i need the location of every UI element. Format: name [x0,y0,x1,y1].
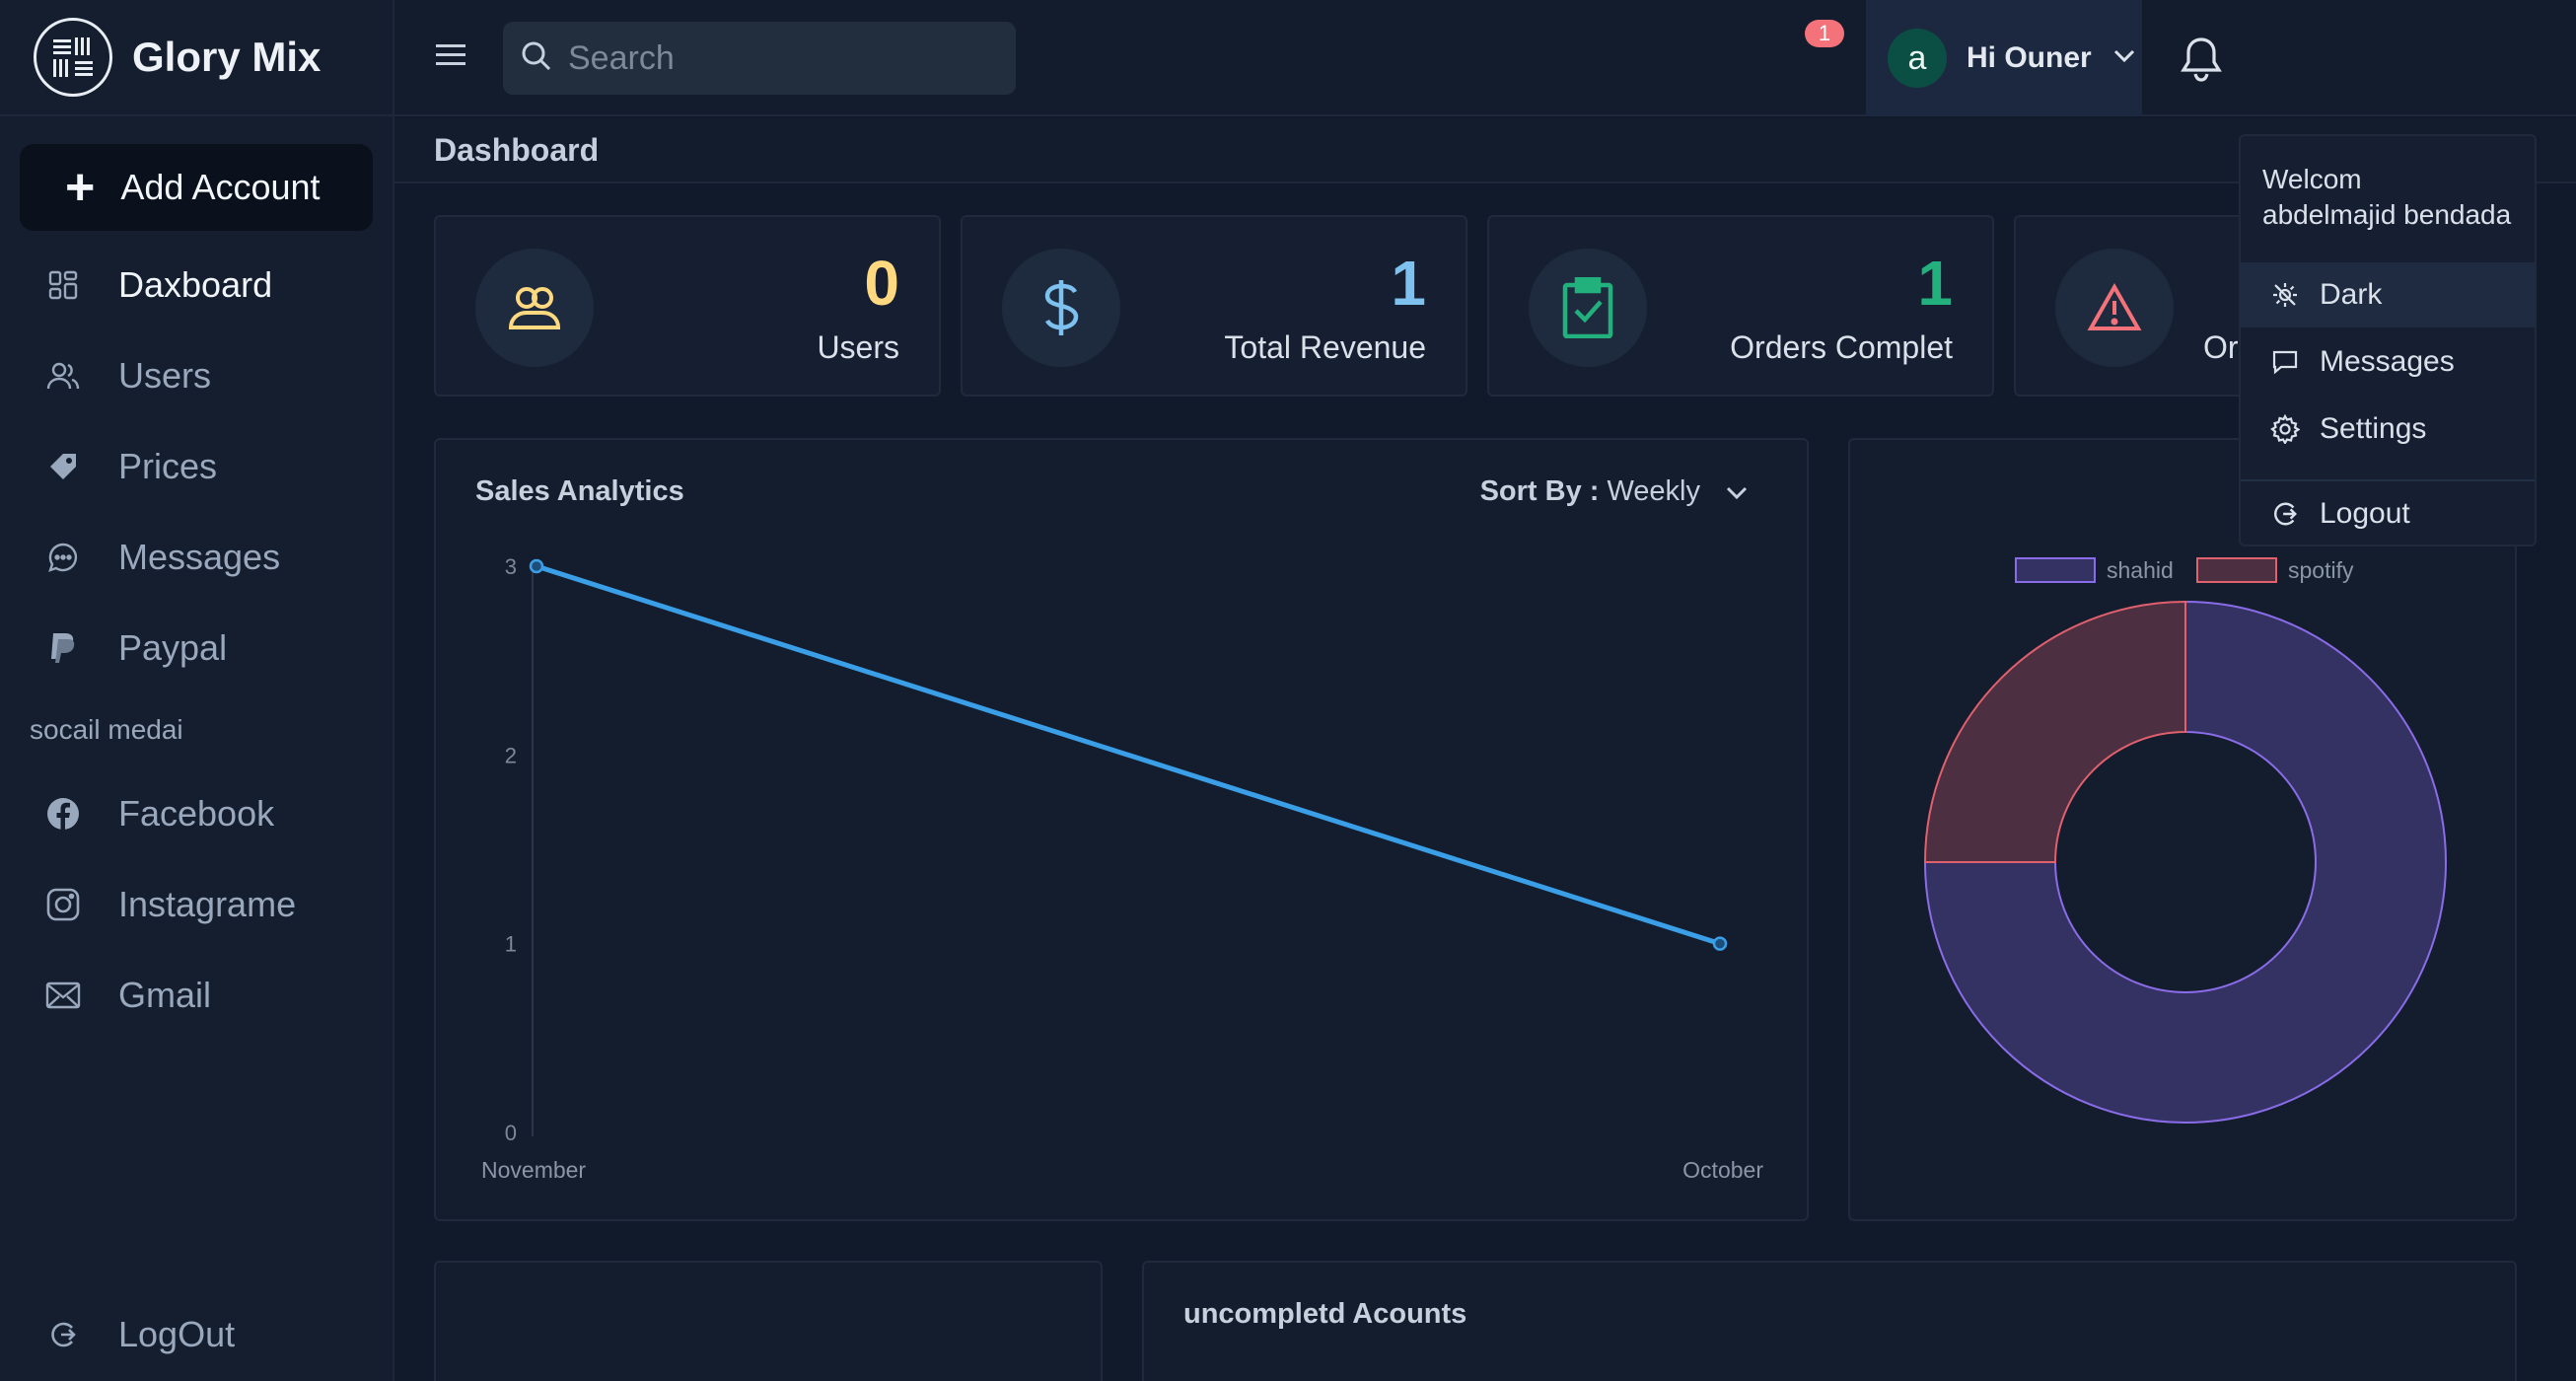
clipboard-check-icon [1529,249,1647,367]
x-tick-label: November [481,1157,586,1183]
sidebar-item-label: LogOut [118,1314,236,1354]
message-icon [2270,347,2300,377]
sidebar-item-messages[interactable]: Messages [0,523,394,592]
user-dropdown-menu: Welcom abdelmajid bendada Dark Messages … [2239,134,2537,546]
sidebar: Glory Mix + Add Account Daxboard Users P… [0,0,394,1381]
sidebar-item-label: Prices [118,446,218,486]
stat-card-revenue: 1 Total Revenue [961,215,1467,397]
users-icon [43,356,83,396]
alert-icon [2055,249,2174,367]
dropdown-item-label: Logout [2320,497,2410,530]
user-greeting: Hi Ouner [1967,41,2092,74]
legend-swatch [2196,557,2277,583]
sidebar-item-logout[interactable]: LogOut [0,1300,394,1369]
x-tick-label: October [1682,1157,1763,1183]
add-account-button[interactable]: + Add Account [20,144,373,231]
bottom-left-panel [434,1261,1103,1381]
dropdown-item-logout[interactable]: Logout [2241,481,2535,546]
stat-value: 1 [1917,248,1953,319]
sidebar-item-label: Users [118,355,212,396]
sidebar-item-dashboard[interactable]: Daxboard [0,251,394,320]
legend-label: shahid [2107,557,2174,583]
sidebar-item-paypal[interactable]: Paypal [0,614,394,683]
panel-title: uncompletd Acounts [1183,1298,1467,1330]
stat-value: 1 [1391,248,1426,319]
gear-icon [2270,414,2300,444]
section-label: socail medai [30,714,183,745]
sidebar-item-instagram[interactable]: Instagrame [0,870,394,939]
brand-logo-icon[interactable] [34,18,112,97]
sidebar-item-users[interactable]: Users [0,341,394,410]
notification-badge: 1 [1805,20,1844,47]
data-point [529,558,544,574]
sidebar-item-label: Instagrame [118,884,297,924]
avatar: a [1888,29,1947,88]
donut-slice [1923,600,2186,863]
legend-label: spotify [2288,557,2354,583]
y-tick-label: 3 [505,554,517,579]
facebook-icon [43,794,83,834]
sidebar-item-label: Gmail [118,975,212,1015]
sidebar-item-label: Facebook [118,793,275,834]
add-account-label: Add Account [120,167,321,207]
instagram-icon [43,885,83,924]
stat-label: Total Revenue [1224,329,1426,365]
sidebar-item-prices[interactable]: Prices [0,432,394,501]
sidebar-item-label: Paypal [118,627,228,668]
welcome-text: Welcom abdelmajid bendada [2262,162,2511,233]
paypal-icon [43,628,83,668]
welcome-username: abdelmajid bendada [2262,199,2512,230]
user-menu-button[interactable]: a Hi Ouner [1866,0,2142,116]
stat-value: 0 [864,248,899,319]
dropdown-item-dark[interactable]: Dark [2241,262,2535,327]
stat-label: Orders Complet [1730,329,1953,365]
donut-chart: shahid spotify [1923,557,2447,1124]
search-input[interactable] [568,38,1002,78]
brand: Glory Mix [0,0,393,116]
hamburger-menu-icon[interactable] [434,39,467,74]
stat-card-orders-complete: 1 Orders Complet [1487,215,1994,397]
stat-card-users: 0 Users [434,215,941,397]
topbar [394,0,2576,116]
chevron-down-icon [2113,49,2135,68]
users-icon [475,249,594,367]
logout-icon [2270,499,2300,529]
subscriptions-donut-panel: shahid spotify [1848,438,2517,1221]
uncompleted-accounts-panel: uncompletd Acounts [1142,1261,2517,1381]
line-chart: 0 1 2 3 November October [481,554,1763,1183]
data-point [1712,936,1728,951]
logout-icon [43,1315,83,1354]
search-icon [521,40,552,77]
page-title: Dashboard [434,131,600,168]
series-line [536,563,1721,947]
y-tick-label: 2 [505,743,517,767]
dropdown-item-label: Messages [2320,345,2455,378]
tag-icon [43,447,83,486]
dropdown-item-messages[interactable]: Messages [2241,329,2535,395]
dollar-icon [1002,249,1120,367]
sales-analytics-panel: Sales Analytics Sort By : Weekly 0 1 2 3 Nov… [434,438,1809,1221]
dashboard-icon [43,265,83,305]
y-tick-label: 0 [505,1121,517,1145]
dropdown-item-label: Dark [2320,278,2383,311]
stat-label: Users [817,329,899,365]
plus-icon: + [65,159,96,216]
dropdown-item-settings[interactable]: Settings [2241,397,2535,462]
welcome-line: Welcom [2262,164,2362,194]
brand-name: Glory Mix [132,34,322,80]
sidebar-item-gmail[interactable]: Gmail [0,961,394,1030]
sidebar-item-label: Daxboard [118,264,273,305]
dropdown-item-label: Settings [2320,412,2427,445]
y-tick-label: 1 [505,932,517,957]
search-box[interactable] [503,22,1016,95]
notification-bell-icon[interactable] [2180,36,2223,88]
mail-icon [43,976,83,1015]
sidebar-item-facebook[interactable]: Facebook [0,779,394,848]
sidebar-item-label: Messages [118,537,281,577]
theme-icon [2270,280,2300,310]
chat-icon [43,538,83,577]
legend-swatch [2015,557,2096,583]
